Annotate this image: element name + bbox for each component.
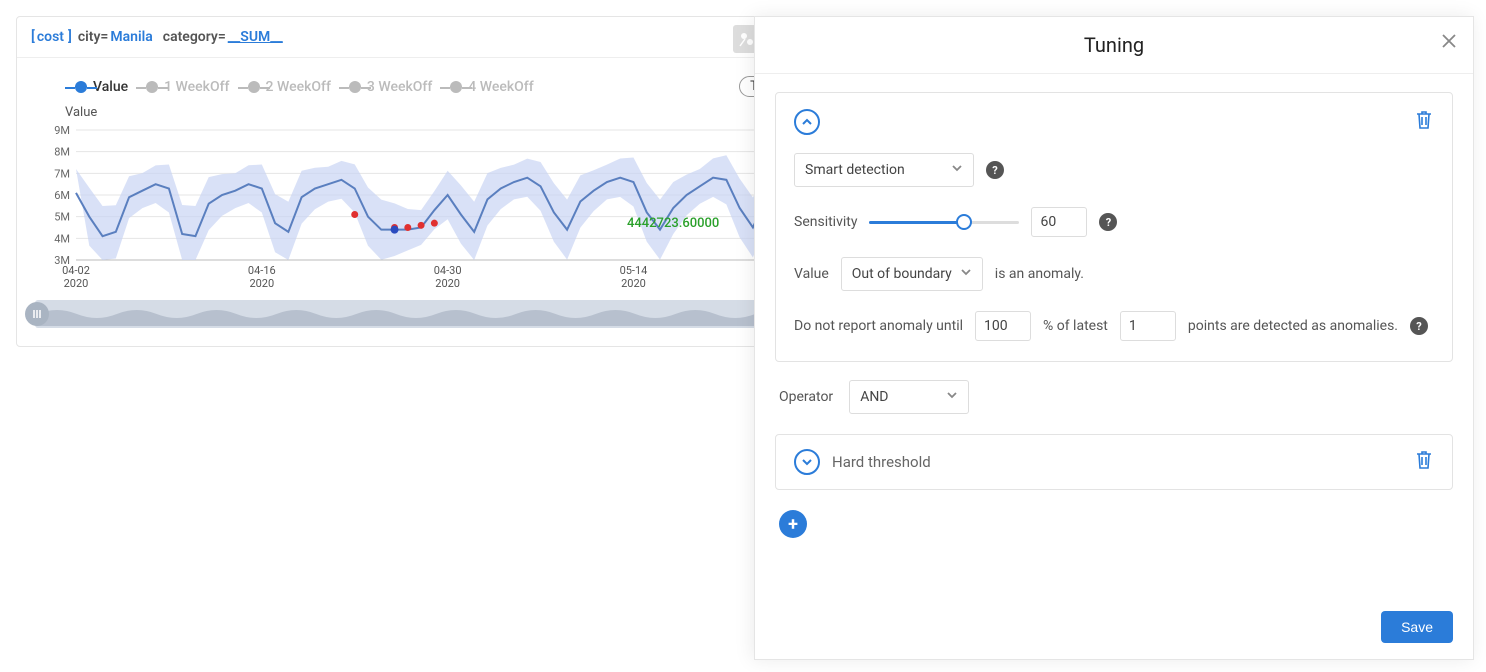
svg-text:2020: 2020	[249, 277, 274, 290]
sensitivity-slider[interactable]	[869, 214, 1019, 230]
delete-condition-button[interactable]	[1414, 449, 1434, 475]
legend-3weekoff[interactable]: 3 WeekOff	[349, 79, 432, 95]
dim-category-label: category=	[163, 29, 226, 45]
report-prefix: Do not report anomaly until	[794, 318, 963, 334]
chevron-up-icon	[801, 116, 813, 128]
legend-dot-icon	[146, 81, 158, 93]
sensitivity-label: Sensitivity	[794, 214, 857, 230]
legend-value[interactable]: Value	[75, 79, 128, 95]
dim-city-label: city=	[78, 29, 109, 45]
svg-text:4M: 4M	[54, 232, 70, 245]
legend-dot-icon	[248, 81, 260, 93]
svg-text:2020: 2020	[435, 277, 460, 290]
dim-category-value[interactable]: __SUM__	[228, 29, 283, 45]
chart-header: [ cost ] city= Manila category= __SUM__	[17, 17, 835, 57]
hard-threshold-label: Hard threshold	[832, 453, 931, 471]
anomaly-tail-text: is an anomaly.	[995, 266, 1084, 282]
panel-header: Tuning	[755, 17, 1473, 74]
chevron-down-icon	[960, 266, 972, 282]
help-icon[interactable]: ?	[1099, 213, 1117, 231]
sensitivity-value-input[interactable]: 60	[1031, 207, 1087, 237]
help-icon[interactable]: ?	[986, 161, 1004, 179]
svg-text:04-16: 04-16	[248, 264, 276, 277]
report-tail: points are detected as anomalies.	[1188, 318, 1398, 334]
detection-mode-select[interactable]: Smart detection	[794, 153, 974, 187]
chart-annotation: 4442723.60000	[627, 216, 719, 231]
report-mid: % of latest	[1043, 318, 1108, 334]
collapse-button[interactable]	[794, 109, 820, 135]
report-pct-input[interactable]: 100	[975, 311, 1031, 341]
svg-text:7M: 7M	[54, 167, 70, 180]
tuning-panel: Tuning Smart detection	[754, 16, 1474, 660]
chevron-down-icon	[801, 456, 813, 468]
chart-legend: Value 1 WeekOff 2 WeekOff 3 WeekOff 4 We…	[75, 76, 817, 97]
svg-text:5M: 5M	[54, 211, 70, 224]
legend-dot-icon	[450, 81, 462, 93]
delete-condition-button[interactable]	[1414, 109, 1434, 135]
help-icon[interactable]: ?	[1410, 317, 1428, 335]
report-n-input[interactable]: 1	[1120, 311, 1176, 341]
trash-icon	[1414, 449, 1434, 471]
metric-name[interactable]: cost	[37, 29, 64, 45]
svg-text:2020: 2020	[621, 277, 646, 290]
legend-2weekoff[interactable]: 2 WeekOff	[248, 79, 331, 95]
chart-area: Value 1 WeekOff 2 WeekOff 3 WeekOff 4 We…	[17, 57, 835, 346]
svg-text:2020: 2020	[64, 277, 89, 290]
operator-label: Operator	[779, 389, 833, 405]
overview-handle-icon[interactable]	[25, 302, 49, 326]
overview-wave-icon	[37, 302, 815, 326]
chart-card: [ cost ] city= Manila category= __SUM__ …	[16, 16, 836, 347]
operator-select[interactable]: AND	[849, 380, 969, 414]
legend-dot-icon	[75, 81, 87, 93]
expand-button[interactable]	[794, 449, 820, 475]
y-axis-title: Value	[65, 105, 817, 120]
svg-text:6M: 6M	[54, 189, 70, 202]
dim-city-value[interactable]: Manila	[110, 29, 152, 45]
add-condition-button[interactable]: +	[779, 510, 807, 538]
line-chart[interactable]: 3M4M5M6M7M8M9M04-02202004-16202004-30202…	[35, 124, 817, 294]
svg-text:9M: 9M	[54, 124, 70, 137]
legend-4weekoff[interactable]: 4 WeekOff	[450, 79, 533, 95]
svg-text:04-30: 04-30	[434, 264, 462, 277]
chevron-down-icon	[946, 389, 958, 405]
save-button[interactable]: Save	[1381, 611, 1453, 643]
hard-threshold-card: Hard threshold	[775, 434, 1453, 490]
svg-text:8M: 8M	[54, 146, 70, 159]
svg-text:05-14: 05-14	[620, 264, 648, 277]
trash-icon	[1414, 109, 1434, 131]
bracket-close: ]	[68, 29, 72, 45]
chevron-down-icon	[951, 162, 963, 178]
svg-text:04-02: 04-02	[62, 264, 90, 277]
close-button[interactable]	[1441, 33, 1457, 54]
bracket-open: [	[31, 29, 35, 45]
value-label: Value	[794, 266, 829, 282]
smart-detection-card: Smart detection ? Sensitivity 60 ?	[775, 92, 1453, 362]
close-icon	[1441, 33, 1457, 49]
plus-icon: +	[788, 514, 798, 535]
legend-1weekoff[interactable]: 1 WeekOff	[146, 79, 229, 95]
boundary-select[interactable]: Out of boundary	[841, 257, 983, 291]
legend-dot-icon	[349, 81, 361, 93]
panel-title: Tuning	[1084, 33, 1144, 57]
chart-overview-scrollbar[interactable]	[35, 300, 817, 328]
